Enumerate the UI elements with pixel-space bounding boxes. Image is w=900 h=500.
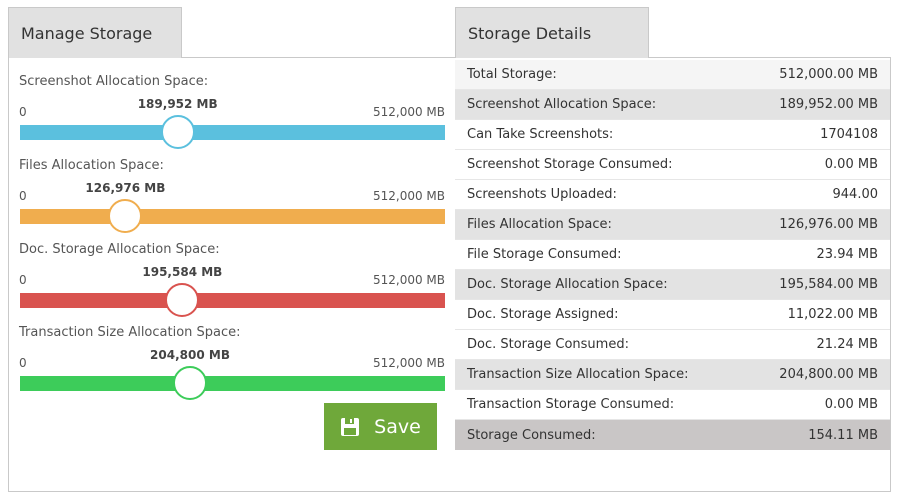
detail-label: Doc. Storage Assigned: xyxy=(467,307,619,322)
slider-handle[interactable] xyxy=(165,283,200,317)
detail-row: Transaction Size Allocation Space: 204,80… xyxy=(455,360,890,390)
detail-row: Doc. Storage Consumed: 21.24 MB xyxy=(455,330,890,360)
detail-value: 126,976.00 MB xyxy=(779,217,878,232)
detail-row: Transaction Storage Consumed: 0.00 MB xyxy=(455,390,890,420)
detail-label: Doc. Storage Consumed: xyxy=(467,337,629,352)
slider-min-label: 0 xyxy=(19,356,27,370)
slider-min-label: 0 xyxy=(19,273,27,287)
slider-min-label: 0 xyxy=(19,105,27,119)
save-button-label: Save xyxy=(374,415,421,438)
slider-track[interactable] xyxy=(20,366,445,400)
detail-label: Can Take Screenshots: xyxy=(467,127,614,142)
detail-label: Screenshot Storage Consumed: xyxy=(467,157,673,172)
tab-storage-details[interactable]: Storage Details xyxy=(455,7,649,58)
slider-handle[interactable] xyxy=(160,115,195,149)
slider-min-label: 0 xyxy=(19,189,27,203)
slider-max-label: 512,000 MB xyxy=(372,356,445,370)
detail-value: 0.00 MB xyxy=(824,397,878,412)
slider-handle[interactable] xyxy=(173,366,207,400)
slider-track[interactable] xyxy=(20,283,445,317)
detail-label: Total Storage: xyxy=(467,67,557,82)
slider-track[interactable] xyxy=(20,115,445,149)
detail-row: Can Take Screenshots: 1704108 xyxy=(455,120,890,150)
detail-row: Storage Consumed: 154.11 MB xyxy=(455,420,890,450)
detail-label: Storage Consumed: xyxy=(467,427,596,443)
detail-value: 1704108 xyxy=(820,127,878,142)
detail-row: Files Allocation Space: 126,976.00 MB xyxy=(455,210,890,240)
slider-value-label: 204,800 MB xyxy=(150,348,230,362)
detail-label: Screenshots Uploaded: xyxy=(467,187,617,202)
detail-value: 944.00 xyxy=(832,187,879,202)
detail-label: File Storage Consumed: xyxy=(467,247,622,262)
detail-value: 0.00 MB xyxy=(824,157,878,172)
detail-row: Doc. Storage Assigned: 11,022.00 MB xyxy=(455,300,890,330)
slider-max-label: 512,000 MB xyxy=(372,273,445,287)
detail-row: Screenshot Allocation Space: 189,952.00 M… xyxy=(455,90,890,120)
save-button[interactable]: Save xyxy=(324,403,437,450)
detail-value: 11,022.00 MB xyxy=(787,307,878,322)
slider-track[interactable] xyxy=(20,199,445,233)
slider-label: Doc. Storage Allocation Space: xyxy=(19,242,220,257)
detail-value: 512,000.00 MB xyxy=(779,67,878,82)
detail-value: 195,584.00 MB xyxy=(779,277,878,292)
detail-label: Transaction Storage Consumed: xyxy=(467,397,675,412)
slider-label: Files Allocation Space: xyxy=(19,158,164,173)
detail-row: Screenshots Uploaded: 944.00 xyxy=(455,180,890,210)
detail-value: 189,952.00 MB xyxy=(779,97,878,112)
slider-max-label: 512,000 MB xyxy=(372,105,445,119)
slider-label: Screenshot Allocation Space: xyxy=(19,74,209,89)
detail-label: Screenshot Allocation Space: xyxy=(467,97,657,112)
slider-label: Transaction Size Allocation Space: xyxy=(19,325,241,340)
detail-row: Doc. Storage Allocation Space: 195,584.00… xyxy=(455,270,890,300)
detail-label: Transaction Size Allocation Space: xyxy=(467,367,689,382)
detail-label: Doc. Storage Allocation Space: xyxy=(467,277,668,292)
floppy-disk-icon xyxy=(341,417,360,436)
slider-value-label: 189,952 MB xyxy=(137,97,218,111)
slider-handle[interactable] xyxy=(108,199,143,233)
detail-label: Files Allocation Space: xyxy=(467,217,612,232)
detail-value: 204,800.00 MB xyxy=(779,367,878,382)
detail-row: Total Storage: 512,000.00 MB xyxy=(455,60,890,90)
slider-value-label: 126,976 MB xyxy=(85,181,166,195)
storage-details-table: Total Storage: 512,000.00 MB Screenshot Al… xyxy=(455,60,890,450)
slider-value-label: 195,584 MB xyxy=(142,265,223,279)
detail-row: File Storage Consumed: 23.94 MB xyxy=(455,240,890,270)
slider-max-label: 512,000 MB xyxy=(372,189,445,203)
detail-value: 21.24 MB xyxy=(816,337,878,352)
detail-value: 154.11 MB xyxy=(808,427,878,443)
detail-row: Screenshot Storage Consumed: 0.00 MB xyxy=(455,150,890,180)
detail-value: 23.94 MB xyxy=(816,247,878,262)
tab-manage-storage[interactable]: Manage Storage xyxy=(8,7,182,58)
